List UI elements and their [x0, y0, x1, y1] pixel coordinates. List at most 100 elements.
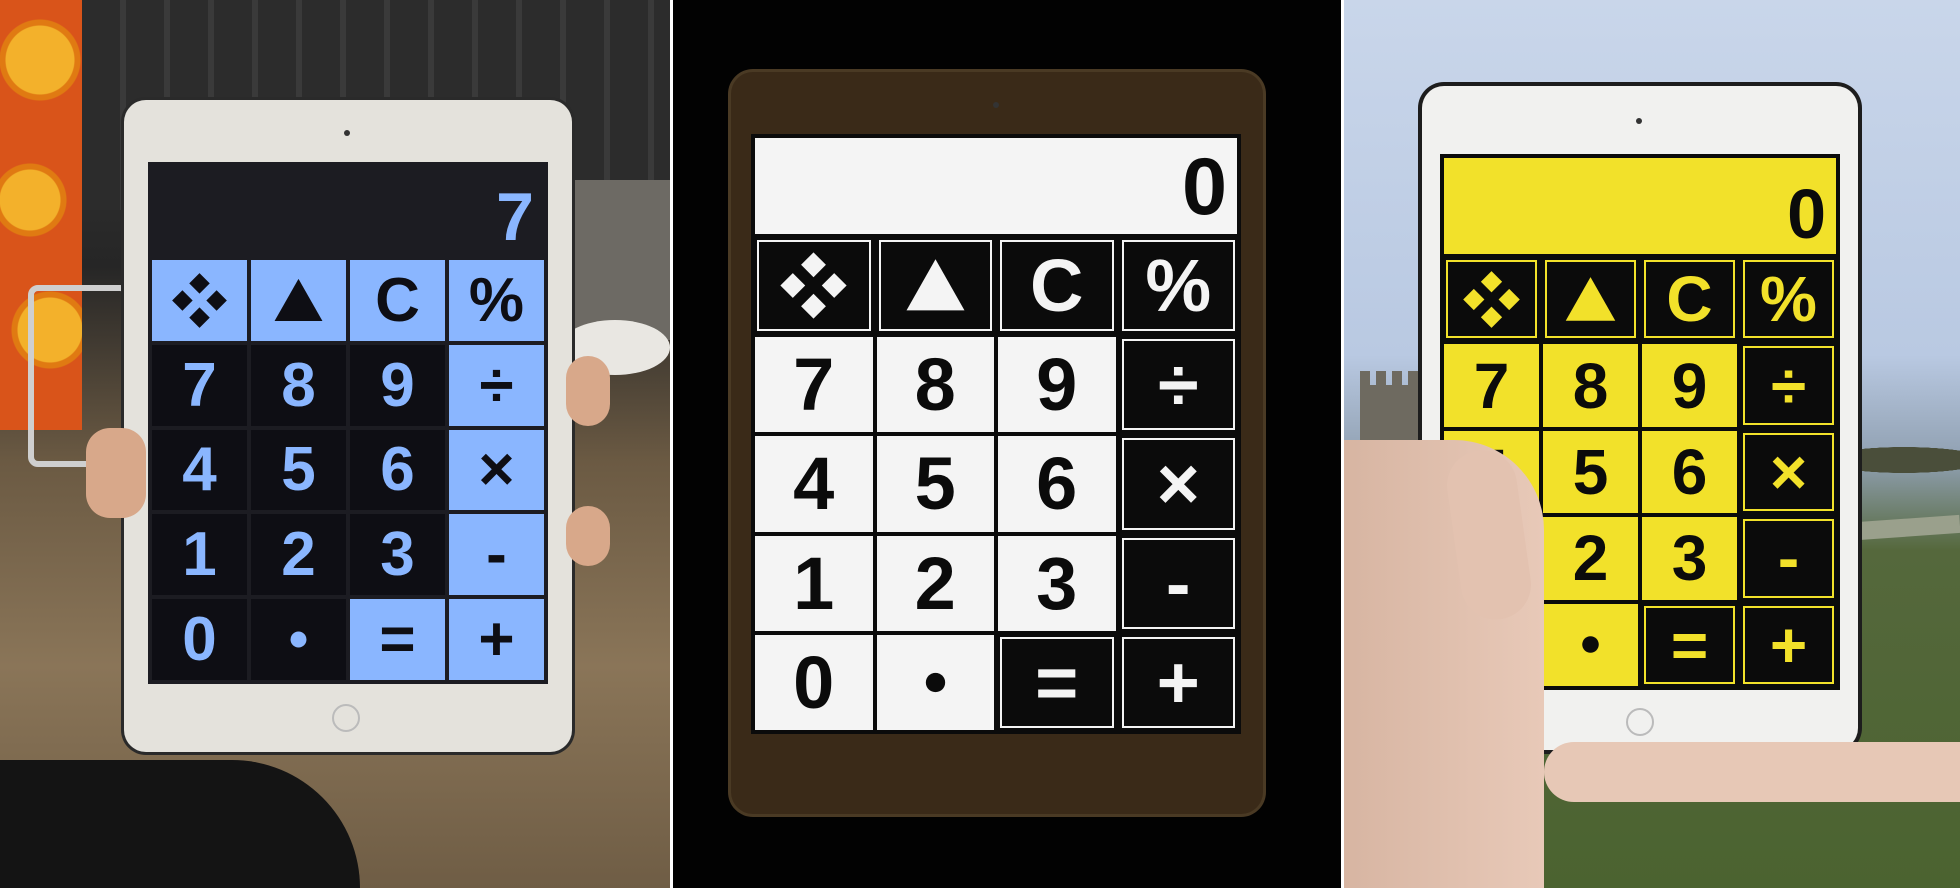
key-7[interactable]: 7 — [755, 337, 873, 433]
key-equals[interactable]: = — [1642, 603, 1737, 686]
key-label: % — [1145, 244, 1212, 328]
tablet-camera — [344, 130, 350, 136]
triangle-key[interactable] — [1543, 258, 1638, 341]
key-2[interactable]: 2 — [1543, 517, 1638, 600]
diamond-cluster-icon — [1463, 270, 1520, 328]
key-6[interactable]: 6 — [998, 436, 1116, 532]
key-8[interactable]: 8 — [251, 344, 346, 426]
key-label: = — [1670, 608, 1709, 681]
key-label: + — [1769, 608, 1808, 681]
key-label: 6 — [1671, 435, 1708, 508]
calculator-display: 0 — [1444, 158, 1836, 254]
key-label: - — [486, 520, 507, 590]
key-label: 6 — [1036, 442, 1078, 526]
key-0[interactable]: 0 — [755, 634, 873, 730]
key-label: 3 — [380, 520, 415, 590]
key-7[interactable]: 7 — [152, 344, 247, 426]
key-3[interactable]: 3 — [998, 535, 1116, 631]
diamond-cluster-icon — [172, 273, 227, 328]
diamond-cluster-key[interactable] — [1444, 258, 1539, 341]
key-5[interactable]: 5 — [876, 436, 994, 532]
key-multiply[interactable]: × — [449, 429, 544, 511]
key-1[interactable]: 1 — [152, 514, 247, 596]
key-4[interactable]: 4 — [152, 429, 247, 511]
key-5[interactable]: 5 — [251, 429, 346, 511]
key-9[interactable]: 9 — [1642, 344, 1737, 427]
key-label: % — [468, 265, 525, 335]
calculator-display: 0 — [755, 138, 1237, 234]
dot-key[interactable] — [876, 634, 994, 730]
dot-key[interactable] — [251, 599, 346, 680]
photo-yellow-calculator: 0C%789÷456×123-0=+ — [1344, 0, 1960, 888]
key-label: 1 — [793, 541, 835, 625]
key-clear[interactable]: C — [1642, 258, 1737, 341]
key-6[interactable]: 6 — [350, 429, 445, 511]
key-clear[interactable]: C — [350, 260, 445, 341]
key-label: = — [1035, 640, 1079, 724]
key-9[interactable]: 9 — [998, 337, 1116, 433]
triangle-icon — [1565, 276, 1616, 321]
key-8[interactable]: 8 — [1543, 344, 1638, 427]
key-label: 6 — [380, 435, 415, 505]
calculator-display: 7 — [496, 179, 534, 255]
key-label: 4 — [182, 435, 217, 505]
key-multiply[interactable]: × — [1119, 436, 1237, 532]
key-label: % — [1760, 263, 1817, 336]
key-equals[interactable]: = — [350, 599, 445, 680]
key-label: 3 — [1036, 541, 1078, 625]
key-label: 3 — [1671, 522, 1708, 595]
key-label: = — [379, 605, 416, 675]
diamond-cluster-key[interactable] — [152, 260, 247, 341]
dot-key[interactable] — [1543, 603, 1638, 686]
finger — [1544, 742, 1960, 802]
diamond-cluster-key[interactable] — [755, 238, 873, 334]
key-label: × — [1769, 435, 1808, 508]
key-minus[interactable]: - — [449, 514, 544, 596]
key-label: - — [1777, 522, 1800, 595]
key-5[interactable]: 5 — [1543, 430, 1638, 514]
key-plus[interactable]: + — [1741, 603, 1836, 686]
key-label: 8 — [1572, 349, 1609, 422]
key-percent[interactable]: % — [1119, 238, 1237, 334]
calculator-screen: 7 C% 7 8 9 ÷ 4 5 6 × 1 2 3-0 = + — [148, 162, 548, 684]
key-label: 7 — [793, 343, 835, 427]
key-4[interactable]: 4 — [755, 436, 873, 532]
key-plus[interactable]: + — [1119, 634, 1237, 730]
key-plus[interactable]: + — [449, 599, 544, 680]
key-2[interactable]: 2 — [251, 514, 346, 596]
key-0[interactable]: 0 — [152, 599, 247, 680]
key-label: 4 — [793, 442, 835, 526]
key-divide[interactable]: ÷ — [1741, 344, 1836, 427]
key-6[interactable]: 6 — [1642, 430, 1737, 514]
triangle-icon — [906, 259, 965, 311]
key-label: × — [1156, 442, 1200, 526]
key-9[interactable]: 9 — [350, 344, 445, 426]
key-label: + — [1156, 640, 1200, 724]
key-label: 5 — [1572, 435, 1609, 508]
key-minus[interactable]: - — [1741, 517, 1836, 600]
key-2[interactable]: 2 — [876, 535, 994, 631]
key-3[interactable]: 3 — [350, 514, 445, 596]
key-equals[interactable]: = — [998, 634, 1116, 730]
home-button[interactable] — [332, 704, 360, 732]
triangle-key[interactable] — [251, 260, 346, 341]
key-percent[interactable]: % — [449, 260, 544, 341]
key-7[interactable]: 7 — [1444, 344, 1539, 427]
key-label: 8 — [914, 343, 956, 427]
key-3[interactable]: 3 — [1642, 517, 1737, 600]
key-label: 0 — [182, 605, 217, 675]
key-multiply[interactable]: × — [1741, 430, 1836, 514]
key-percent[interactable]: % — [1741, 258, 1836, 341]
triangle-key[interactable] — [876, 238, 994, 334]
key-label: 7 — [1473, 349, 1510, 422]
key-8[interactable]: 8 — [876, 337, 994, 433]
key-1[interactable]: 1 — [755, 535, 873, 631]
key-label: + — [478, 605, 515, 675]
tablet: 0 C% 789 ÷ 456 × 123 - 0 = + — [731, 72, 1263, 814]
key-minus[interactable]: - — [1119, 535, 1237, 631]
key-divide[interactable]: ÷ — [449, 344, 544, 426]
key-clear[interactable]: C — [998, 238, 1116, 334]
home-button[interactable] — [1626, 708, 1654, 736]
key-label: 0 — [793, 640, 835, 724]
key-divide[interactable]: ÷ — [1119, 337, 1237, 433]
